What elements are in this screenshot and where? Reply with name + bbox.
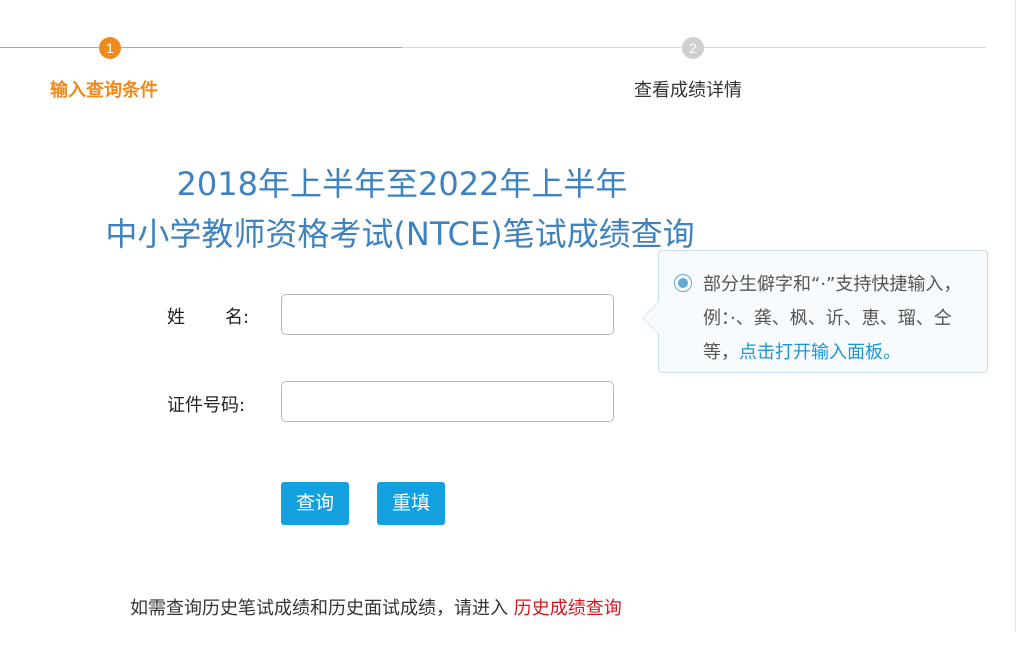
tooltip-text: 部分生僻字和“·”支持快捷输入，例：·、龚、枫、䜣、恵、瑠、仝等，点击打开输入面… — [703, 268, 973, 370]
info-dot-icon — [674, 274, 692, 292]
id-number-input[interactable] — [281, 381, 614, 422]
query-button[interactable]: 查询 — [281, 482, 349, 525]
history-query-note: 如需查询历史笔试成绩和历史面试成绩，请进入 历史成绩查询 — [130, 594, 622, 620]
page-title-line-2: 中小学教师资格考试(NTCE)笔试成绩查询 — [105, 215, 695, 253]
input-hint-tooltip: 部分生僻字和“·”支持快捷输入，例：·、龚、枫、䜣、恵、瑠、仝等，点击打开输入面… — [642, 250, 988, 373]
name-label-part-1: 姓 — [167, 307, 185, 328]
page: 1 输入查询条件 2 查看成绩详情 2018年上半年至2022年上半年 中小学教… — [0, 0, 1028, 665]
page-title-line-1: 2018年上半年至2022年上半年 — [176, 165, 628, 203]
name-input[interactable] — [281, 294, 614, 335]
open-input-panel-link[interactable]: 点击打开输入面板。 — [739, 342, 901, 363]
reset-button[interactable]: 重填 — [377, 482, 445, 525]
step-2-label: 查看成绩详情 — [634, 80, 742, 101]
tooltip-arrow — [642, 301, 659, 335]
history-score-query-link[interactable]: 历史成绩查询 — [514, 598, 622, 619]
name-label: 姓 名: — [167, 303, 249, 329]
step-1-label: 输入查询条件 — [50, 80, 158, 101]
step-2-marker: 2 — [682, 37, 704, 59]
name-label-part-2: 名: — [225, 307, 250, 328]
page-scrollbar[interactable] — [1015, 0, 1028, 632]
id-number-label: 证件号码: — [167, 395, 246, 416]
progress-line-active — [0, 47, 402, 48]
step-1-marker: 1 — [99, 37, 121, 59]
history-note-text: 如需查询历史笔试成绩和历史面试成绩，请进入 — [130, 598, 508, 619]
